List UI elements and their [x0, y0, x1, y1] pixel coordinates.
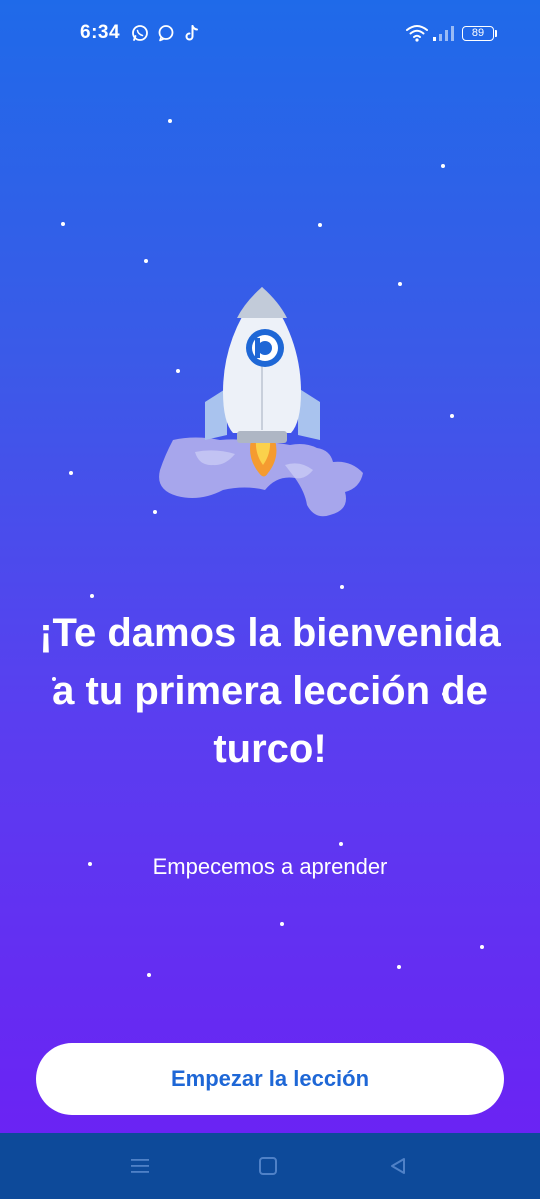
star — [339, 842, 343, 846]
status-time: 6:34 — [80, 22, 121, 43]
wifi-icon — [406, 25, 428, 42]
star — [441, 164, 445, 168]
star — [280, 922, 284, 926]
rocket-icon — [159, 287, 363, 517]
home-square-icon[interactable] — [253, 1151, 283, 1181]
welcome-subtitle: Empecemos a aprender — [152, 854, 388, 879]
welcome-title: ¡Te damos la bienvenida a tu primera lec… — [39, 611, 501, 771]
star — [397, 965, 401, 969]
star — [340, 585, 344, 589]
chat-bubble-icon — [158, 25, 174, 42]
star — [398, 282, 402, 286]
star — [144, 259, 148, 263]
star — [147, 973, 151, 977]
start-lesson-button[interactable]: Empezar la lección — [36, 1043, 504, 1115]
star — [69, 471, 73, 475]
welcome-screen: 6:34 89 ¡Te damos la bienvenida a tu pri… — [0, 0, 540, 1199]
star — [168, 119, 172, 123]
battery-icon: 89 — [462, 26, 494, 41]
star — [318, 223, 322, 227]
tiktok-icon — [185, 25, 198, 41]
star — [450, 414, 454, 418]
star — [480, 945, 484, 949]
back-triangle-icon[interactable] — [383, 1151, 413, 1181]
battery-tip — [495, 30, 497, 37]
whatsapp-icon — [132, 25, 148, 41]
signal-icon — [433, 26, 454, 41]
system-nav-bar — [0, 1133, 540, 1199]
menu-icon[interactable] — [125, 1151, 155, 1181]
star — [61, 222, 65, 226]
star — [90, 594, 94, 598]
status-bar: 6:34 89 — [0, 0, 540, 68]
